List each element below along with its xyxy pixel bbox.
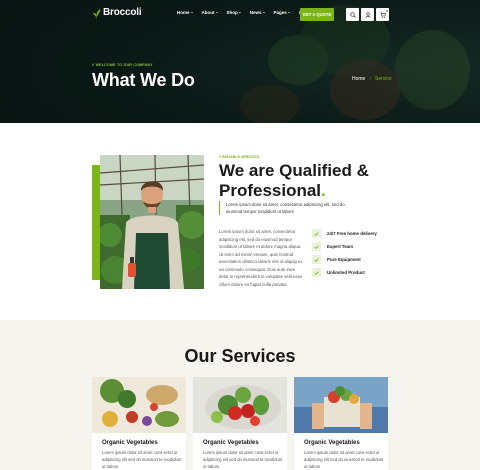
hero-eyebrow: // WELCOME TO OUR COMPANY <box>92 63 153 67</box>
chevron-down-icon <box>190 12 193 13</box>
menu-item-pages[interactable]: Pages <box>274 10 290 15</box>
menu-item-label: Home <box>177 10 190 15</box>
feature-list: 24/7 Free home delivery Expert Team Pure… <box>312 229 377 277</box>
breadcrumb-current: Service <box>375 76 392 82</box>
page-hero: Broccoli Home About Shop News Pages Cont… <box>0 0 480 123</box>
services-heading: Our Services <box>184 346 296 366</box>
main-menu: Home About Shop News Pages Contact <box>177 10 316 15</box>
feature-item: Unlimited Product <box>312 268 377 277</box>
top-navigation: Broccoli Home About Shop News Pages Cont… <box>0 0 480 28</box>
about-heading: We are Qualified & Professional. <box>219 161 379 201</box>
menu-item-news[interactable]: News <box>250 10 265 15</box>
heading-accent-dot: . <box>321 181 326 200</box>
service-card-text: Lorem ipsum dolor sit amet cons ectet ur… <box>203 450 283 469</box>
feature-label: Unlimited Product <box>327 270 365 275</box>
service-card[interactable]: Organic Vegetables Lorem ipsum dolor sit… <box>294 377 388 470</box>
feature-item: Pure Equipment <box>312 255 377 264</box>
service-card-title: Organic Vegetables <box>203 440 259 446</box>
image-accent-bar <box>92 165 100 280</box>
service-card-image <box>92 377 186 433</box>
menu-item-label: Shop <box>226 10 238 15</box>
cart-button[interactable]: 0 <box>376 8 389 21</box>
chevron-down-icon <box>287 12 290 13</box>
breadcrumb-home-link[interactable]: Home <box>352 76 365 82</box>
farmer-photo <box>100 155 204 289</box>
chevron-down-icon <box>238 12 241 13</box>
account-button[interactable] <box>361 8 374 21</box>
service-card[interactable]: Organic Vegetables Lorem ipsum dolor sit… <box>92 377 186 470</box>
feature-item: Expert Team <box>312 242 377 251</box>
service-card-text: Lorem ipsum dolor sit amet cons ectet ur… <box>304 450 384 469</box>
check-icon <box>312 255 321 264</box>
chevron-down-icon <box>215 12 218 13</box>
service-card-image <box>294 377 388 433</box>
about-quote: Lorem ipsum dolor sit amet, consectetur … <box>219 201 349 215</box>
check-icon <box>312 268 321 277</box>
check-icon <box>312 242 321 251</box>
breadcrumb-separator: › <box>369 76 372 82</box>
menu-item-shop[interactable]: Shop <box>227 10 241 15</box>
page-title: What We Do <box>92 70 195 90</box>
feature-label: Expert Team <box>327 244 354 249</box>
user-icon <box>365 11 370 18</box>
check-icon <box>312 229 321 238</box>
menu-item-home[interactable]: Home <box>177 10 193 15</box>
menu-item-label: News <box>249 10 262 15</box>
leaf-icon <box>92 7 101 20</box>
service-card-text: Lorem ipsum dolor sit amet cons ectet ur… <box>102 450 182 469</box>
feature-label: Pure Equipment <box>327 257 361 262</box>
search-icon <box>349 11 356 18</box>
section-eyebrow: // RELIABLE SERVICES <box>219 155 260 159</box>
service-card-title: Organic Vegetables <box>102 440 158 446</box>
service-card[interactable]: Organic Vegetables Lorem ipsum dolor sit… <box>193 377 287 470</box>
menu-item-label: Pages <box>273 10 287 15</box>
logo-text: Broccoli <box>103 7 142 18</box>
about-heading-line1: We are Qualified & <box>219 161 369 180</box>
service-card-title: Organic Vegetables <box>304 440 360 446</box>
feature-label: 24/7 Free home delivery <box>327 231 377 236</box>
get-a-quote-button[interactable]: GET A QUOTE <box>300 8 334 21</box>
chevron-down-icon <box>262 12 265 13</box>
search-button[interactable] <box>346 8 359 21</box>
cart-count-badge: 0 <box>386 9 388 13</box>
service-card-image <box>193 377 287 433</box>
logo[interactable]: Broccoli <box>92 7 142 20</box>
cart-icon <box>379 12 386 18</box>
about-heading-line2: Professional <box>219 181 322 200</box>
menu-item-label: About <box>201 10 215 15</box>
breadcrumb: Home › Service <box>352 76 392 82</box>
about-paragraph: Lorem ipsum dolor sit amet, consectetur … <box>219 229 303 287</box>
feature-item: 24/7 Free home delivery <box>312 229 377 238</box>
menu-item-about[interactable]: About <box>202 10 218 15</box>
